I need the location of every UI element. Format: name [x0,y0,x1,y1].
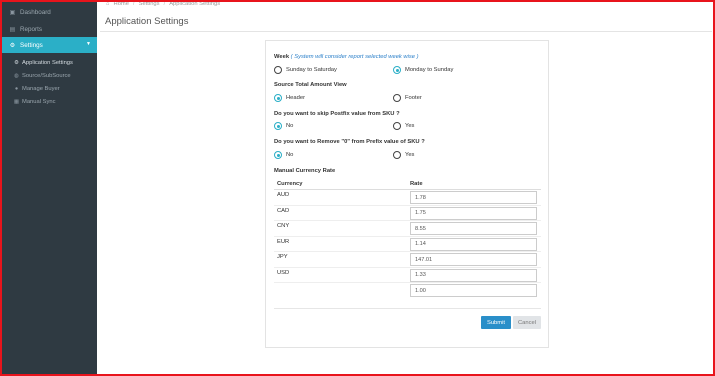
currency-table: Currency Rate AUD 1.78 CAD 1.75 CNY 8.55… [274,178,541,299]
currency-code: USD [277,269,290,276]
breadcrumb-settings[interactable]: Settings [139,1,160,7]
remove-zero-label: Do you want to Remove "0" from Prefix va… [274,139,425,145]
sidebar-item-settings[interactable]: ⚙ Settings ▼ [2,37,97,53]
submenu-item-manage-buyer[interactable]: ● Manage Buyer [2,82,97,95]
table-row: 1.00 [274,283,541,299]
rate-input-usd[interactable]: 1.33 [410,268,537,282]
radio-label: Yes [405,152,415,158]
divider [274,308,541,309]
sidebar: ▣ Dashboard ▤ Reports ⚙ Settings ▼ ⚙ App… [2,2,97,374]
radio-button[interactable] [274,122,282,130]
sidebar-item-label: Settings [20,41,43,49]
rate-input-jpy[interactable]: 147.01 [410,253,537,266]
skip-postfix-label: Do you want to skip Postfix value from S… [274,111,400,117]
globe-icon: ◍ [14,72,19,79]
breadcrumb-home[interactable]: Home [114,1,129,7]
radio-label: Footer [405,95,422,101]
radio-button[interactable] [274,94,282,102]
radio-button[interactable] [393,151,401,159]
skip-postfix-option-yes[interactable]: Yes [393,122,414,130]
radio-label: No [286,123,294,129]
week-label: Week ( System will consider report selec… [274,54,419,60]
week-option-monday-sunday[interactable]: Monday to Sunday [393,66,453,74]
dashboard-icon: ▣ [9,9,16,16]
table-row: JPY 147.01 [274,252,541,268]
radio-button[interactable] [274,151,282,159]
rate-input-aud[interactable]: 1.78 [410,191,537,204]
currency-code: CAD [277,207,290,214]
radio-button[interactable] [393,94,401,102]
rate-input-cad[interactable]: 1.75 [410,206,537,220]
radio-button[interactable] [393,66,401,74]
table-row: CAD 1.75 [274,206,541,221]
divider [100,31,712,32]
table-row: EUR 1.14 [274,237,541,252]
week-option-sunday-saturday[interactable]: Sunday to Saturday [274,66,337,74]
submenu-item-manual-sync[interactable]: ▦ Manual Sync [2,95,97,108]
breadcrumb-separator: / [163,1,166,7]
breadcrumb: ⌂ Home / Settings / Application Settings [106,1,220,7]
currency-code: JPY [277,254,288,260]
week-label-text: Week [274,54,290,60]
cancel-button[interactable]: Cancel [513,316,541,329]
settings-panel: Week ( System will consider report selec… [265,40,549,348]
source-view-label: Source Total Amount View [274,82,347,88]
sidebar-item-label: Dashboard [20,8,51,16]
gears-icon: ⚙ [9,42,16,49]
submenu-item-label: Source/SubSource [22,72,71,79]
home-icon: ⌂ [106,1,110,7]
currency-code: AUD [277,192,290,198]
submit-button[interactable]: Submit [481,316,511,329]
submenu-item-label: Application Settings [22,59,73,66]
currency-code: EUR [277,238,290,245]
column-header-currency: Currency [277,180,303,187]
radio-label: No [286,152,294,158]
radio-label: Yes [405,123,415,129]
chevron-down-icon: ▼ [86,41,91,47]
table-row: AUD 1.78 [274,190,541,206]
gear-icon: ⚙ [14,59,19,66]
column-header-rate: Rate [410,180,423,187]
settings-submenu: ⚙ Application Settings ◍ Source/SubSourc… [2,53,97,108]
rate-input-base[interactable]: 1.00 [410,284,537,297]
currency-code: CNY [277,223,290,229]
breadcrumb-separator: / [132,1,135,7]
currency-code [274,283,410,299]
radio-button[interactable] [274,66,282,74]
table-row: CNY 8.55 [274,221,541,237]
radio-label: Sunday to Saturday [286,67,337,73]
calendar-icon: ▦ [13,98,20,105]
sidebar-item-label: Reports [20,25,43,33]
currency-table-header: Currency Rate [274,178,541,190]
breadcrumb-current: Application Settings [169,1,221,7]
radio-button[interactable] [393,122,401,130]
remove-zero-option-no[interactable]: No [274,151,293,159]
submenu-item-source-subsource[interactable]: ◍ Source/SubSource [2,69,97,82]
currency-rate-label: Manual Currency Rate [274,168,336,174]
week-note: ( System will consider report selected w… [290,54,419,60]
skip-postfix-option-no[interactable]: No [274,122,293,130]
submenu-item-application-settings[interactable]: ⚙ Application Settings [2,56,97,69]
rate-input-cny[interactable]: 8.55 [410,222,537,235]
source-view-option-footer[interactable]: Footer [393,94,422,102]
submenu-item-label: Manual Sync [22,98,56,105]
source-view-option-header[interactable]: Header [274,94,305,102]
sidebar-item-dashboard[interactable]: ▣ Dashboard [2,4,97,20]
radio-label: Monday to Sunday [405,67,454,73]
sidebar-item-reports[interactable]: ▤ Reports [2,21,97,37]
remove-zero-option-yes[interactable]: Yes [393,151,414,159]
submenu-item-label: Manage Buyer [22,85,60,92]
radio-label: Header [286,95,306,101]
rate-input-eur[interactable]: 1.14 [410,237,537,251]
table-row: USD 1.33 [274,268,541,283]
user-icon: ● [14,85,19,92]
reports-icon: ▤ [9,26,16,33]
page-title: Application Settings [105,16,189,27]
